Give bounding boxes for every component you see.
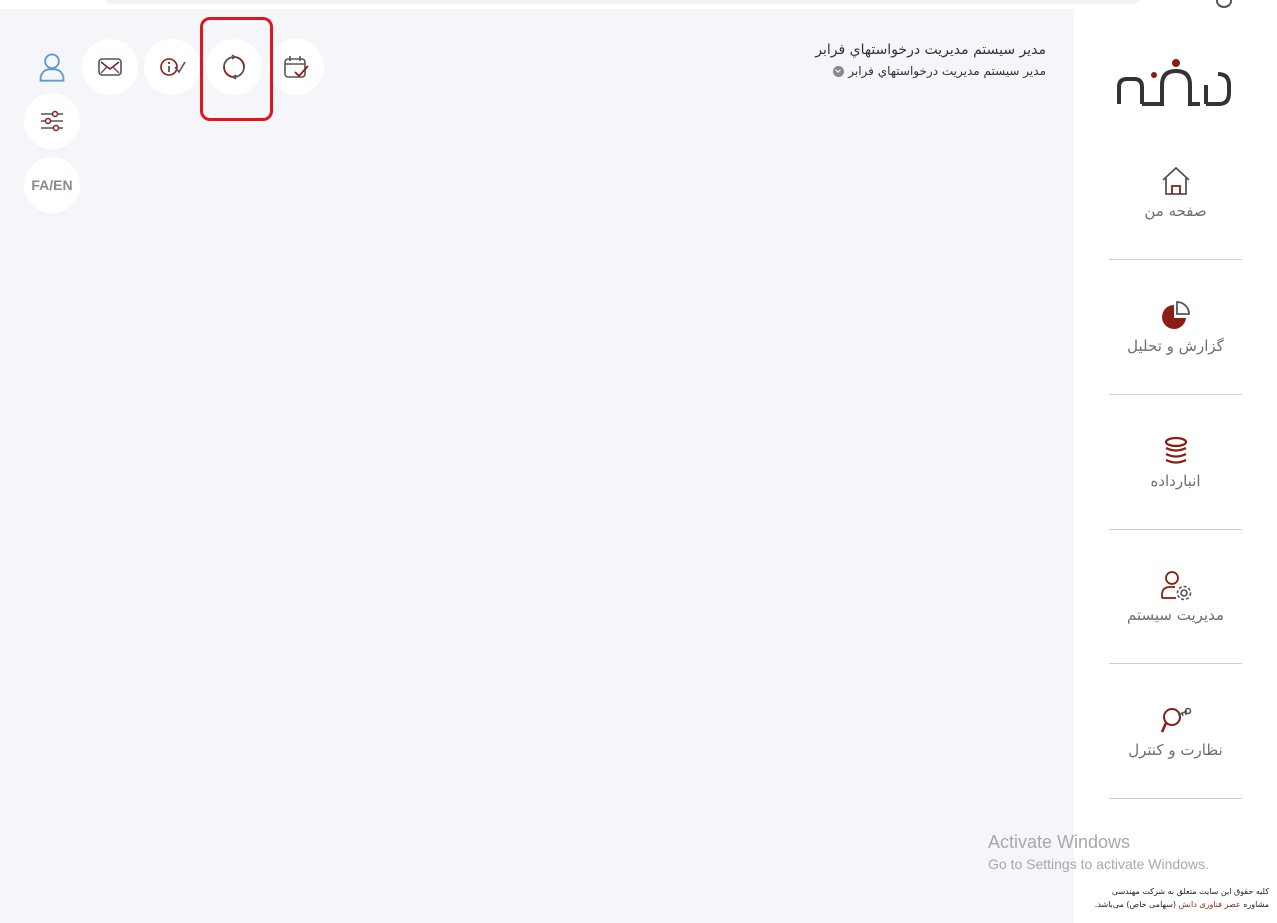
pie-chart-icon [1161, 301, 1190, 329]
browser-status-icon [1216, 0, 1232, 8]
refresh-button[interactable] [206, 39, 262, 95]
footer-prefix: مشاوره [1240, 900, 1269, 909]
mail-icon [98, 58, 122, 76]
refresh-icon [223, 54, 245, 80]
user-name: مدير سيستم مديريت درخواستهاي فرابر [815, 42, 1046, 58]
footer-line-2: مشاوره عصر فناوری دانش (سهامی خاص) می‌با… [1089, 898, 1269, 911]
sidebar: صفحه من گزارش و تحلیل انبارداده مدیریت س… [1074, 9, 1277, 923]
settings-button[interactable] [24, 93, 80, 149]
info-check-button[interactable] [144, 39, 200, 95]
copyright-footer: کلیه حقوق این سایت متعلق به شرکت مهندسی … [1089, 885, 1269, 911]
sliders-icon [41, 110, 63, 132]
sidebar-item-label: نظارت و کنترل [1128, 741, 1223, 759]
sidebar-item-system-management[interactable]: مدیریت سیستم [1109, 529, 1242, 664]
browser-top-strip [0, 0, 1277, 9]
sidebar-item-monitoring[interactable]: نظارت و کنترل [1109, 664, 1242, 799]
sidebar-item-label: گزارش و تحلیل [1127, 337, 1224, 355]
messages-button[interactable] [82, 39, 138, 95]
database-icon [1164, 436, 1187, 464]
sidebar-item-label: مدیریت سیستم [1126, 606, 1225, 624]
company-link[interactable]: عصر فناوری دانش [1179, 900, 1241, 909]
language-label: FA/EN [31, 177, 73, 193]
profile-button[interactable] [24, 39, 80, 95]
sidebar-item-home[interactable]: صفحه من [1109, 125, 1242, 260]
search-key-icon [1160, 707, 1191, 733]
activate-windows-watermark: Activate Windows Go to Settings to activ… [988, 832, 1209, 872]
user-icon [39, 53, 65, 82]
sidebar-item-data-warehouse[interactable]: انبارداده [1109, 395, 1242, 530]
home-icon [1161, 166, 1190, 195]
farabar-logo [1117, 59, 1231, 106]
watermark-title: Activate Windows [988, 832, 1131, 852]
chevron-down-icon[interactable] [833, 65, 845, 77]
footer-line-1: کلیه حقوق این سایت متعلق به شرکت مهندسی [1111, 887, 1269, 896]
sidebar-item-reports[interactable]: گزارش و تحلیل [1109, 260, 1242, 395]
language-toggle[interactable]: FA/EN [24, 157, 80, 213]
watermark-subtitle: Go to Settings to activate Windows. [988, 856, 1209, 872]
footer-suffix: (سهامی خاص) می‌باشد. [1094, 900, 1179, 909]
calendar-button[interactable] [268, 39, 324, 95]
sidebar-item-label: انبارداده [1150, 472, 1201, 490]
user-info: مدير سيستم مديريت درخواستهاي فرابر مدير … [815, 42, 1046, 78]
user-role: مدير سيستم مديريت درخواستهاي فرابر [848, 64, 1046, 78]
info-check-icon [160, 58, 186, 76]
sidebar-item-label: صفحه من [1144, 202, 1207, 220]
user-settings-icon [1160, 571, 1191, 601]
address-bar[interactable] [105, 0, 1140, 4]
calendar-check-icon [284, 56, 309, 78]
user-role-selector[interactable]: مدير سيستم مديريت درخواستهاي فرابر [815, 64, 1046, 78]
